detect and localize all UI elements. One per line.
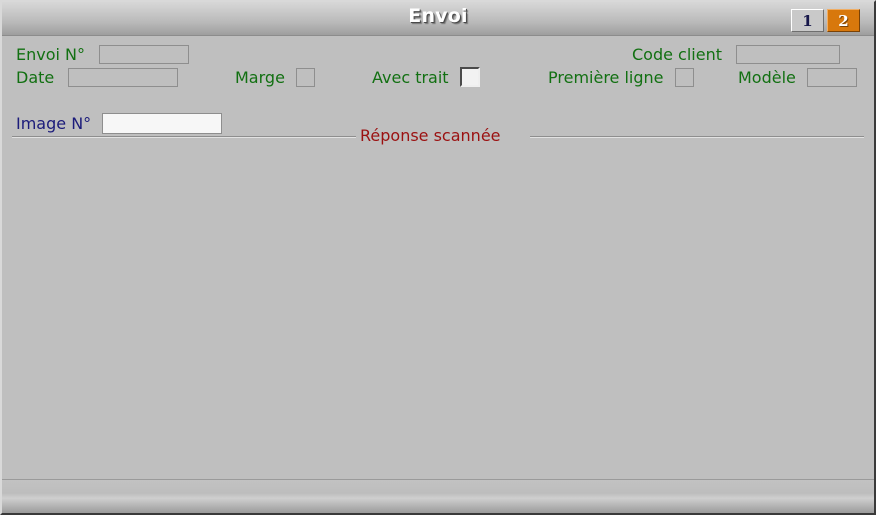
form-client-area: Envoi N° Code client Date Marge Avec tra…: [2, 36, 874, 479]
separator-line-left: [12, 136, 356, 138]
window-titlebar: Envoi 1 2: [2, 2, 874, 36]
tab-page-2-label: 2: [838, 11, 849, 30]
avec-trait-checkbox[interactable]: [459, 67, 480, 87]
field-group-envoi-numero: Envoi N°: [16, 45, 190, 64]
modele-label: Modèle: [738, 68, 796, 87]
status-bar: [2, 479, 874, 513]
page-tab-strip: 1 2: [789, 7, 862, 34]
date-label: Date: [16, 68, 55, 87]
date-input[interactable]: [68, 68, 179, 87]
image-numero-input[interactable]: [102, 113, 223, 134]
premiere-ligne-label: Première ligne: [548, 68, 664, 87]
envoi-window: Envoi 1 2 Envoi N° Code client Date Marg…: [0, 0, 876, 515]
field-group-avec-trait: Avec trait: [372, 67, 480, 87]
field-group-image-numero: Image N°: [16, 113, 223, 134]
tab-page-1[interactable]: 1: [791, 9, 824, 32]
field-group-marge: Marge: [235, 68, 315, 87]
field-group-date: Date: [16, 68, 179, 87]
envoi-numero-input[interactable]: [99, 45, 190, 64]
envoi-numero-label: Envoi N°: [16, 45, 86, 64]
code-client-input[interactable]: [736, 45, 840, 64]
separator-line-right: [530, 136, 864, 138]
marge-checkbox[interactable]: [295, 68, 315, 87]
modele-input[interactable]: [806, 68, 857, 87]
tab-page-2[interactable]: 2: [827, 9, 860, 32]
avec-trait-label: Avec trait: [372, 67, 449, 87]
premiere-ligne-checkbox[interactable]: [674, 68, 694, 87]
tab-page-1-label: 1: [802, 11, 813, 30]
image-numero-label: Image N°: [16, 114, 92, 133]
field-group-code-client: Code client: [632, 45, 840, 64]
field-group-modele: Modèle: [738, 68, 857, 87]
marge-label: Marge: [235, 68, 285, 87]
field-group-premiere-ligne: Première ligne: [548, 68, 694, 87]
window-title: Envoi: [408, 5, 468, 27]
reponse-scannee-caption: Réponse scannée: [360, 126, 501, 145]
code-client-label: Code client: [632, 45, 722, 64]
